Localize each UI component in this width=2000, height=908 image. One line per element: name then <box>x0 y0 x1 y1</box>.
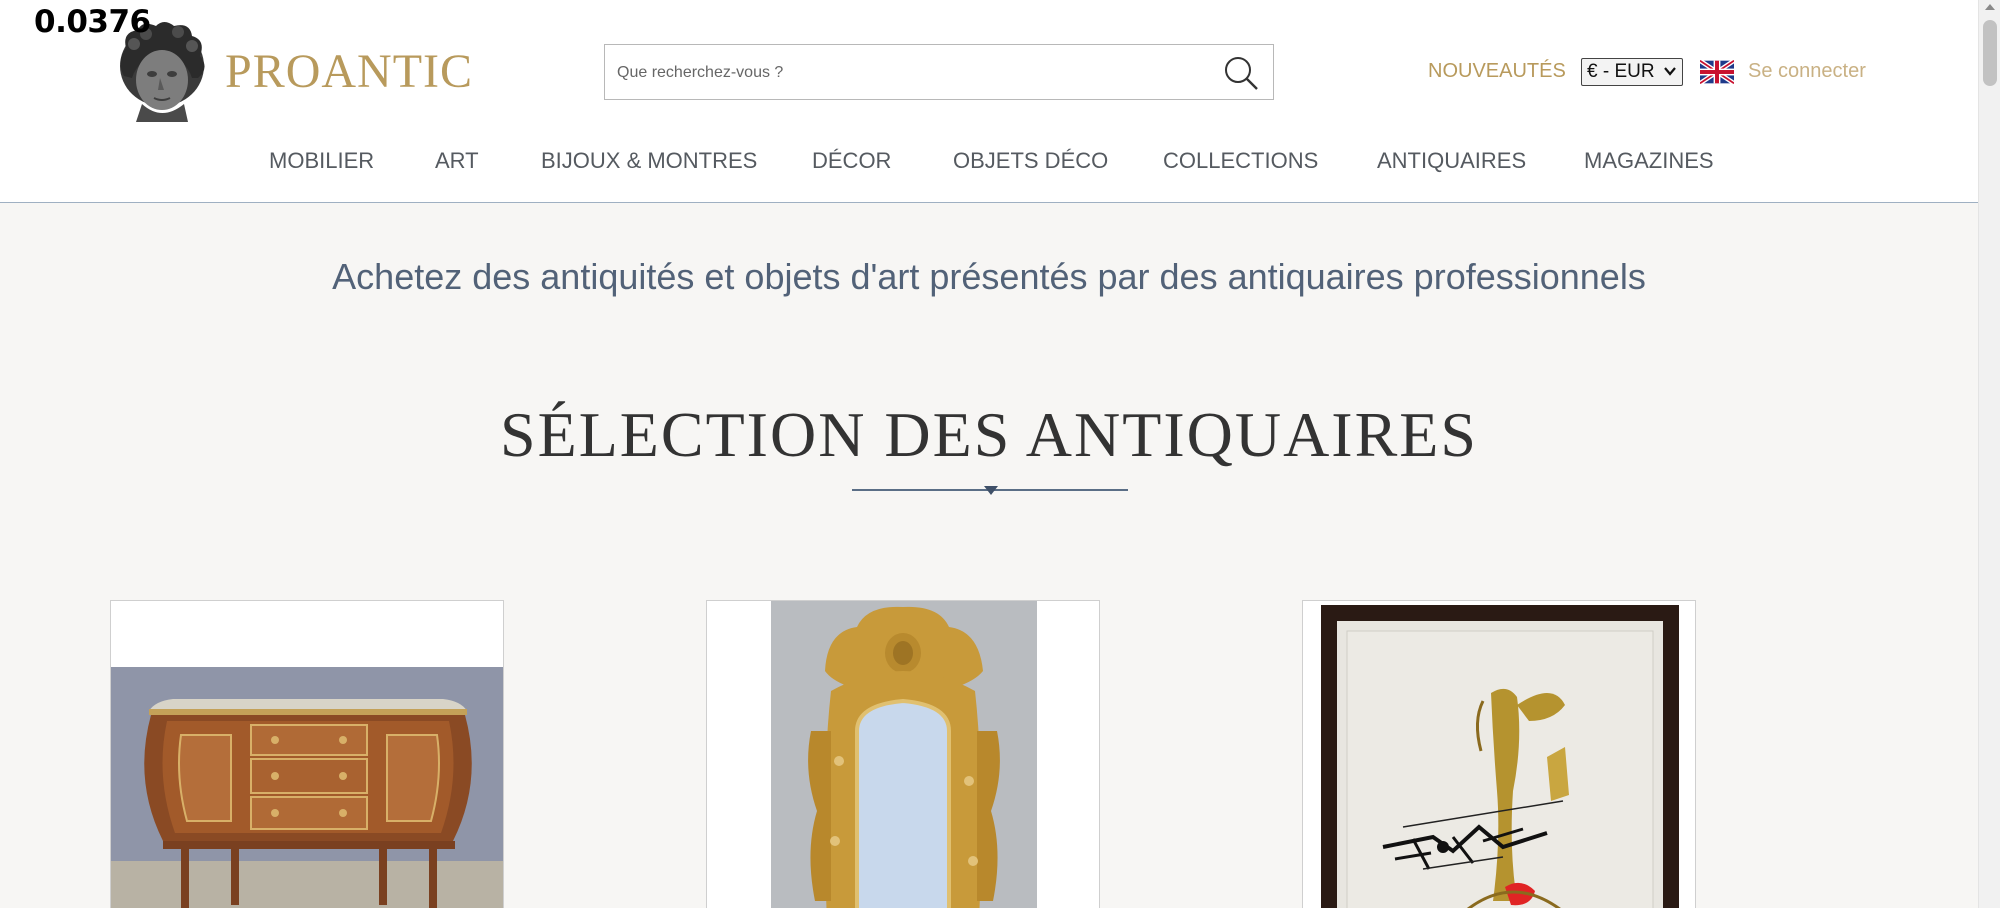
logo-wordmark[interactable]: PROANTIC <box>225 44 473 99</box>
nav-item-art[interactable]: ART <box>435 148 479 174</box>
site-header: PROANTIC NOUVEAUTÉS € - EUR Se connecter <box>0 0 1978 203</box>
gilded-mirror-image[interactable] <box>707 601 1100 908</box>
page: 0.0376 PROANTIC NOUVEAUTÉS <box>0 0 2000 908</box>
search-icon[interactable] <box>1221 53 1261 93</box>
overlay-value: 0.0376 <box>34 4 151 40</box>
main-nav: MOBILIER ART BIJOUX & MONTRES DÉCOR OBJE… <box>0 148 1978 178</box>
chevron-down-icon <box>1664 67 1676 76</box>
scroll-up-icon[interactable] <box>1985 4 1995 10</box>
commode-image[interactable] <box>111 601 504 908</box>
currency-select[interactable]: € - EUR <box>1581 58 1683 86</box>
search-box <box>604 44 1274 101</box>
title-divider-ornament <box>984 486 998 495</box>
scrollbar-thumb[interactable] <box>1983 20 1997 86</box>
nav-item-antiquaires[interactable]: ANTIQUAIRES <box>1377 148 1526 174</box>
section-title: SÉLECTION DES ANTIQUAIRES <box>500 399 1478 470</box>
login-link[interactable]: Se connecter <box>1748 60 1866 83</box>
product-card[interactable] <box>1302 600 1696 908</box>
nav-item-objets-deco[interactable]: OBJETS DÉCO <box>953 148 1108 174</box>
nav-item-mobilier[interactable]: MOBILIER <box>269 148 374 174</box>
search-input[interactable] <box>615 45 1199 101</box>
page-tagline: Achetez des antiquités et objets d'art p… <box>332 256 1646 297</box>
page-scrollbar[interactable] <box>1978 0 2000 908</box>
abstract-painting-image[interactable] <box>1303 601 1696 908</box>
currency-value: € - EUR <box>1587 61 1655 82</box>
nav-item-magazines[interactable]: MAGAZINES <box>1584 148 1714 174</box>
nav-item-bijoux-montres[interactable]: BIJOUX & MONTRES <box>541 148 757 174</box>
nav-item-collections[interactable]: COLLECTIONS <box>1163 148 1318 174</box>
product-card[interactable] <box>110 600 504 908</box>
uk-flag-icon[interactable] <box>1700 60 1734 84</box>
product-card[interactable] <box>706 600 1100 908</box>
nouveautes-link[interactable]: NOUVEAUTÉS <box>1428 60 1566 83</box>
nav-item-decor[interactable]: DÉCOR <box>812 148 891 174</box>
